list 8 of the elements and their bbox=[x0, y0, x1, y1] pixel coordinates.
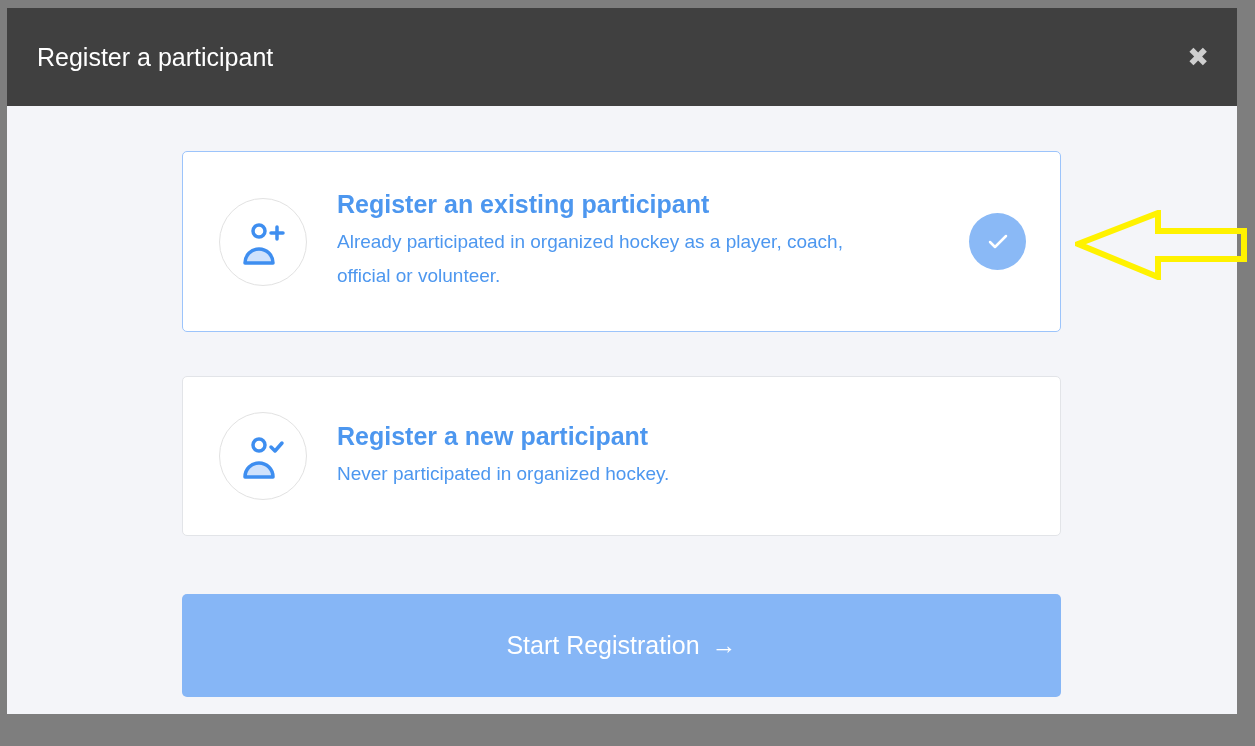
option-title: Register a new participant bbox=[337, 421, 650, 451]
option-description: Never participated in organized hockey. bbox=[337, 461, 671, 486]
dialog-title: Register a participant bbox=[37, 42, 274, 72]
option-card[interactable]: Register an existing participant Already participated in organized hockey as a player, coach, official or volunteer. bbox=[182, 151, 1061, 332]
option-description: Already participated in organized hockey as a player, coach, official or volunteer. bbox=[337, 230, 844, 288]
option-title: Register an existing participant bbox=[337, 190, 711, 219]
close-button[interactable]: ✖ bbox=[1187, 42, 1209, 72]
option-card[interactable]: Register a new participant Never participated in organized hockey. bbox=[182, 376, 1061, 536]
